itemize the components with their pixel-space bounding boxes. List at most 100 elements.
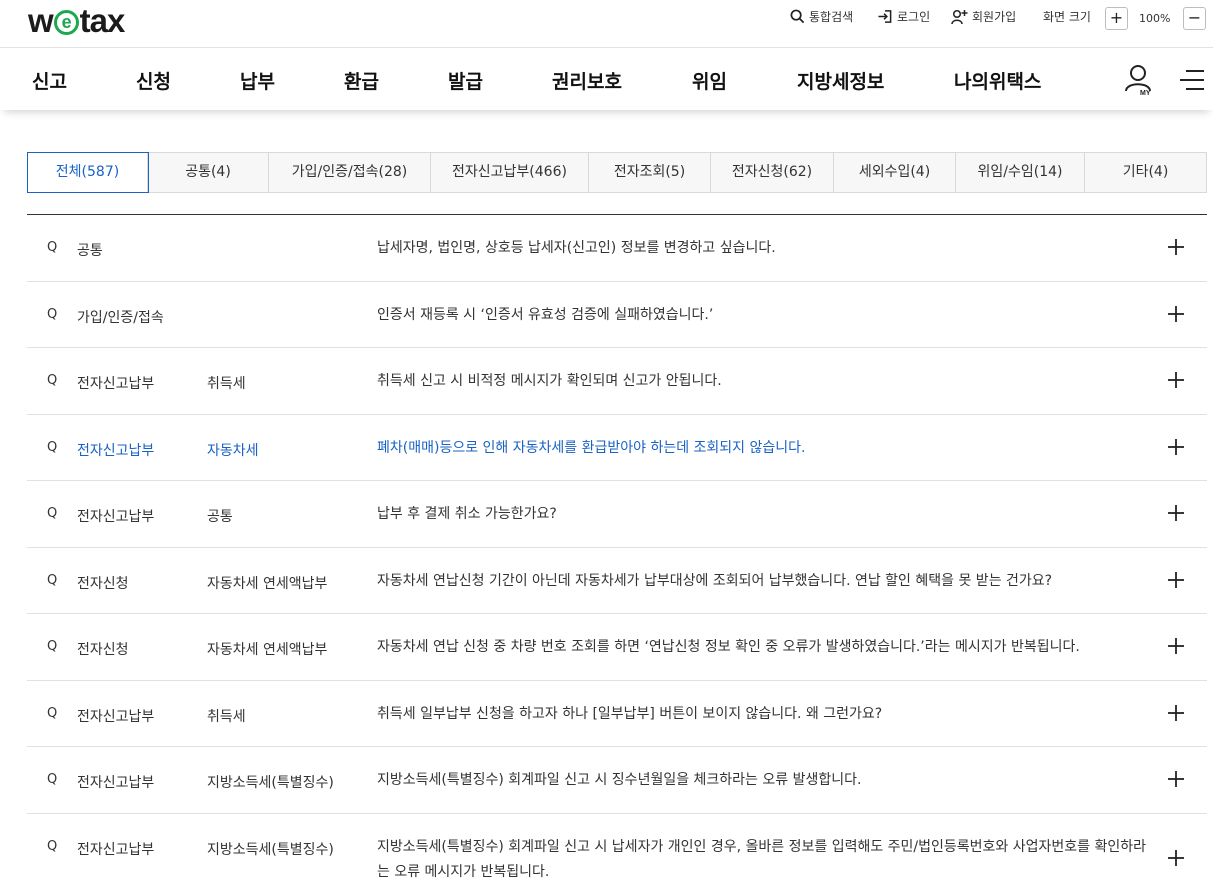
login-link[interactable]: 로그인 (877, 8, 930, 25)
faq-category: 전자신고납부 (77, 841, 155, 858)
my-icon-label: MY (1140, 90, 1151, 97)
question-marker: Q (47, 772, 58, 787)
nav-item-delegation[interactable]: 위임 (692, 67, 727, 94)
top-utility-bar: w e tax 통합검색 로그인 회원가입 화면 크기 + 100% − (0, 0, 1213, 48)
faq-item-hovered[interactable]: Q 전자신고납부 자동차세 폐차(매매)등으로 인해 자동차세를 환급받아야 하… (27, 415, 1207, 481)
category-tabs: 전체(587) 공통(4) 가입/인증/접속(28) 전자신고납부(466) 전… (27, 152, 1207, 193)
faq-subcategory: 지방소득세(특별징수) (207, 841, 334, 858)
signup-link[interactable]: 회원가입 (951, 8, 1016, 25)
tab-e-filing[interactable]: 전자신고납부(466) (431, 153, 589, 192)
faq-item[interactable]: Q 전자신고납부 취득세 취득세 일부납부 신청을 하고자 하나 [일부납부] … (27, 681, 1207, 747)
nav-item-rights[interactable]: 권리보호 (552, 67, 622, 94)
expand-plus-icon[interactable] (1167, 238, 1185, 256)
zoom-value: 100% (1139, 12, 1171, 25)
faq-category: 가입/인증/접속 (77, 309, 164, 326)
faq-item[interactable]: Q 전자신고납부 공통 납부 후 결제 취소 가능한가요? (27, 481, 1207, 548)
nav-item-refund[interactable]: 환급 (344, 67, 379, 94)
tab-etc[interactable]: 기타(4) (1085, 153, 1206, 192)
logo-text-pre: w (28, 2, 54, 39)
expand-plus-icon[interactable] (1167, 849, 1185, 867)
zoom-out-button[interactable]: − (1183, 7, 1206, 30)
search-link[interactable]: 통합검색 (790, 8, 853, 25)
zoom-in-button[interactable]: + (1105, 7, 1128, 30)
question-marker: Q (47, 639, 58, 654)
search-icon (790, 9, 805, 24)
zoom-label: 화면 크기 (1043, 10, 1091, 24)
nav-item-my-wetax[interactable]: 나의위택스 (954, 67, 1041, 94)
nav-item-local-tax-info[interactable]: 지방세정보 (797, 67, 884, 94)
question-marker: Q (47, 306, 58, 322)
faq-category: 전자신청 (77, 575, 129, 592)
nav-item-apply[interactable]: 신청 (136, 67, 171, 94)
faq-question[interactable]: 지방소득세(특별징수) 회계파일 신고 시 징수년월일을 체크하라는 오류 발생… (377, 768, 1147, 793)
question-marker: Q (47, 240, 58, 255)
signup-link-label: 회원가입 (972, 10, 1017, 24)
my-page-icon[interactable]: MY (1123, 63, 1157, 97)
nav-item-issue[interactable]: 발급 (448, 67, 483, 94)
faq-question[interactable]: 납세자명, 법인명, 상호등 납세자(신고인) 정보를 변경하고 싶습니다. (377, 236, 1147, 261)
tab-all[interactable]: 전체(587) (27, 152, 149, 193)
faq-question[interactable]: 폐차(매매)등으로 인해 자동차세를 환급받아야 하는데 조회되지 않습니다. (377, 436, 1147, 461)
question-marker: Q (47, 572, 58, 588)
faq-question[interactable]: 자동차세 연납 신청 중 차량 번호 조회를 하면 ‘연납신청 정보 확인 중 … (377, 635, 1147, 660)
faq-item[interactable]: Q 전자신고납부 취득세 취득세 신고 시 비적정 메시지가 확인되며 신고가 … (27, 348, 1207, 415)
faq-item[interactable]: Q 전자신청 자동차세 연세액납부 자동차세 연납 신청 중 차량 번호 조회를… (27, 614, 1207, 681)
faq-category: 전자신고납부 (77, 708, 155, 725)
expand-plus-icon[interactable] (1167, 704, 1185, 722)
faq-subcategory: 지방소득세(특별징수) (207, 775, 334, 791)
faq-question[interactable]: 지방소득세(특별징수) 회계파일 신고 시 납세자가 개인인 경우, 올바른 정… (377, 835, 1147, 881)
nav-item-report[interactable]: 신고 (32, 67, 67, 94)
faq-subcategory: 공통 (207, 509, 233, 525)
faq-subcategory: 취득세 (207, 376, 246, 392)
tab-delegation[interactable]: 위임/수임(14) (956, 153, 1085, 192)
question-marker: Q (47, 838, 58, 854)
question-marker: Q (47, 439, 58, 455)
faq-item[interactable]: Q 공통 납세자명, 법인명, 상호등 납세자(신고인) 정보를 변경하고 싶습… (27, 215, 1207, 282)
faq-category: 공통 (77, 243, 103, 259)
faq-item[interactable]: Q 가입/인증/접속 인증서 재등록 시 ‘인증서 유효성 검증에 실패하였습니… (27, 282, 1207, 348)
add-user-icon (951, 9, 968, 24)
expand-plus-icon[interactable] (1167, 770, 1185, 788)
tab-non-tax-revenue[interactable]: 세외수입(4) (834, 153, 956, 192)
logo-e-mark: e (53, 9, 79, 35)
nav-item-payment[interactable]: 납부 (240, 67, 275, 94)
question-marker: Q (47, 506, 58, 521)
tab-e-inquiry[interactable]: 전자조회(5) (589, 153, 711, 192)
logo-text-post: tax (79, 2, 126, 39)
faq-subcategory: 취득세 (207, 708, 246, 725)
question-marker: Q (47, 373, 58, 388)
tab-signup-auth[interactable]: 가입/인증/접속(28) (269, 153, 431, 192)
faq-category: 전자신고납부 (77, 775, 155, 791)
login-icon (878, 10, 892, 23)
faq-category: 전자신고납부 (77, 376, 155, 392)
faq-item[interactable]: Q 전자신고납부 지방소득세(특별징수) 지방소득세(특별징수) 회계파일 신고… (27, 814, 1207, 881)
faq-subcategory: 자동차세 연세액납부 (207, 575, 328, 592)
faq-question[interactable]: 취득세 신고 시 비적정 메시지가 확인되며 신고가 안됩니다. (377, 369, 1147, 394)
tab-common[interactable]: 공통(4) (148, 153, 269, 192)
tab-e-application[interactable]: 전자신청(62) (711, 153, 834, 192)
faq-category: 전자신고납부 (77, 442, 155, 459)
expand-plus-icon[interactable] (1167, 637, 1185, 655)
expand-plus-icon[interactable] (1167, 504, 1185, 522)
expand-plus-icon[interactable] (1167, 305, 1185, 323)
question-marker: Q (47, 705, 58, 721)
faq-category: 전자신청 (77, 642, 129, 658)
login-link-label: 로그인 (897, 10, 931, 24)
faq-item[interactable]: Q 전자신고납부 지방소득세(특별징수) 지방소득세(특별징수) 회계파일 신고… (27, 747, 1207, 814)
search-link-label: 통합검색 (809, 10, 854, 24)
main-navigation: 신고 신청 납부 환급 발급 권리보호 위임 지방세정보 나의위택스 MY (0, 49, 1213, 110)
faq-subcategory: 자동차세 연세액납부 (207, 642, 328, 658)
hamburger-menu-icon[interactable] (1180, 69, 1204, 91)
wetax-logo[interactable]: w e tax (28, 2, 126, 40)
expand-plus-icon[interactable] (1167, 371, 1185, 389)
faq-list: Q 공통 납세자명, 법인명, 상호등 납세자(신고인) 정보를 변경하고 싶습… (27, 214, 1207, 881)
expand-plus-icon[interactable] (1167, 571, 1185, 589)
faq-question[interactable]: 취득세 일부납부 신청을 하고자 하나 [일부납부] 버튼이 보이지 않습니다.… (377, 702, 1147, 727)
faq-question[interactable]: 자동차세 연납신청 기간이 아닌데 자동차세가 납부대상에 조회되어 납부했습니… (377, 569, 1147, 594)
faq-subcategory: 자동차세 (207, 442, 259, 459)
faq-item[interactable]: Q 전자신청 자동차세 연세액납부 자동차세 연납신청 기간이 아닌데 자동차세… (27, 548, 1207, 614)
faq-question[interactable]: 납부 후 결제 취소 가능한가요? (377, 502, 1147, 527)
faq-category: 전자신고납부 (77, 509, 155, 525)
faq-question[interactable]: 인증서 재등록 시 ‘인증서 유효성 검증에 실패하였습니다.’ (377, 303, 1147, 328)
expand-plus-icon[interactable] (1167, 438, 1185, 456)
